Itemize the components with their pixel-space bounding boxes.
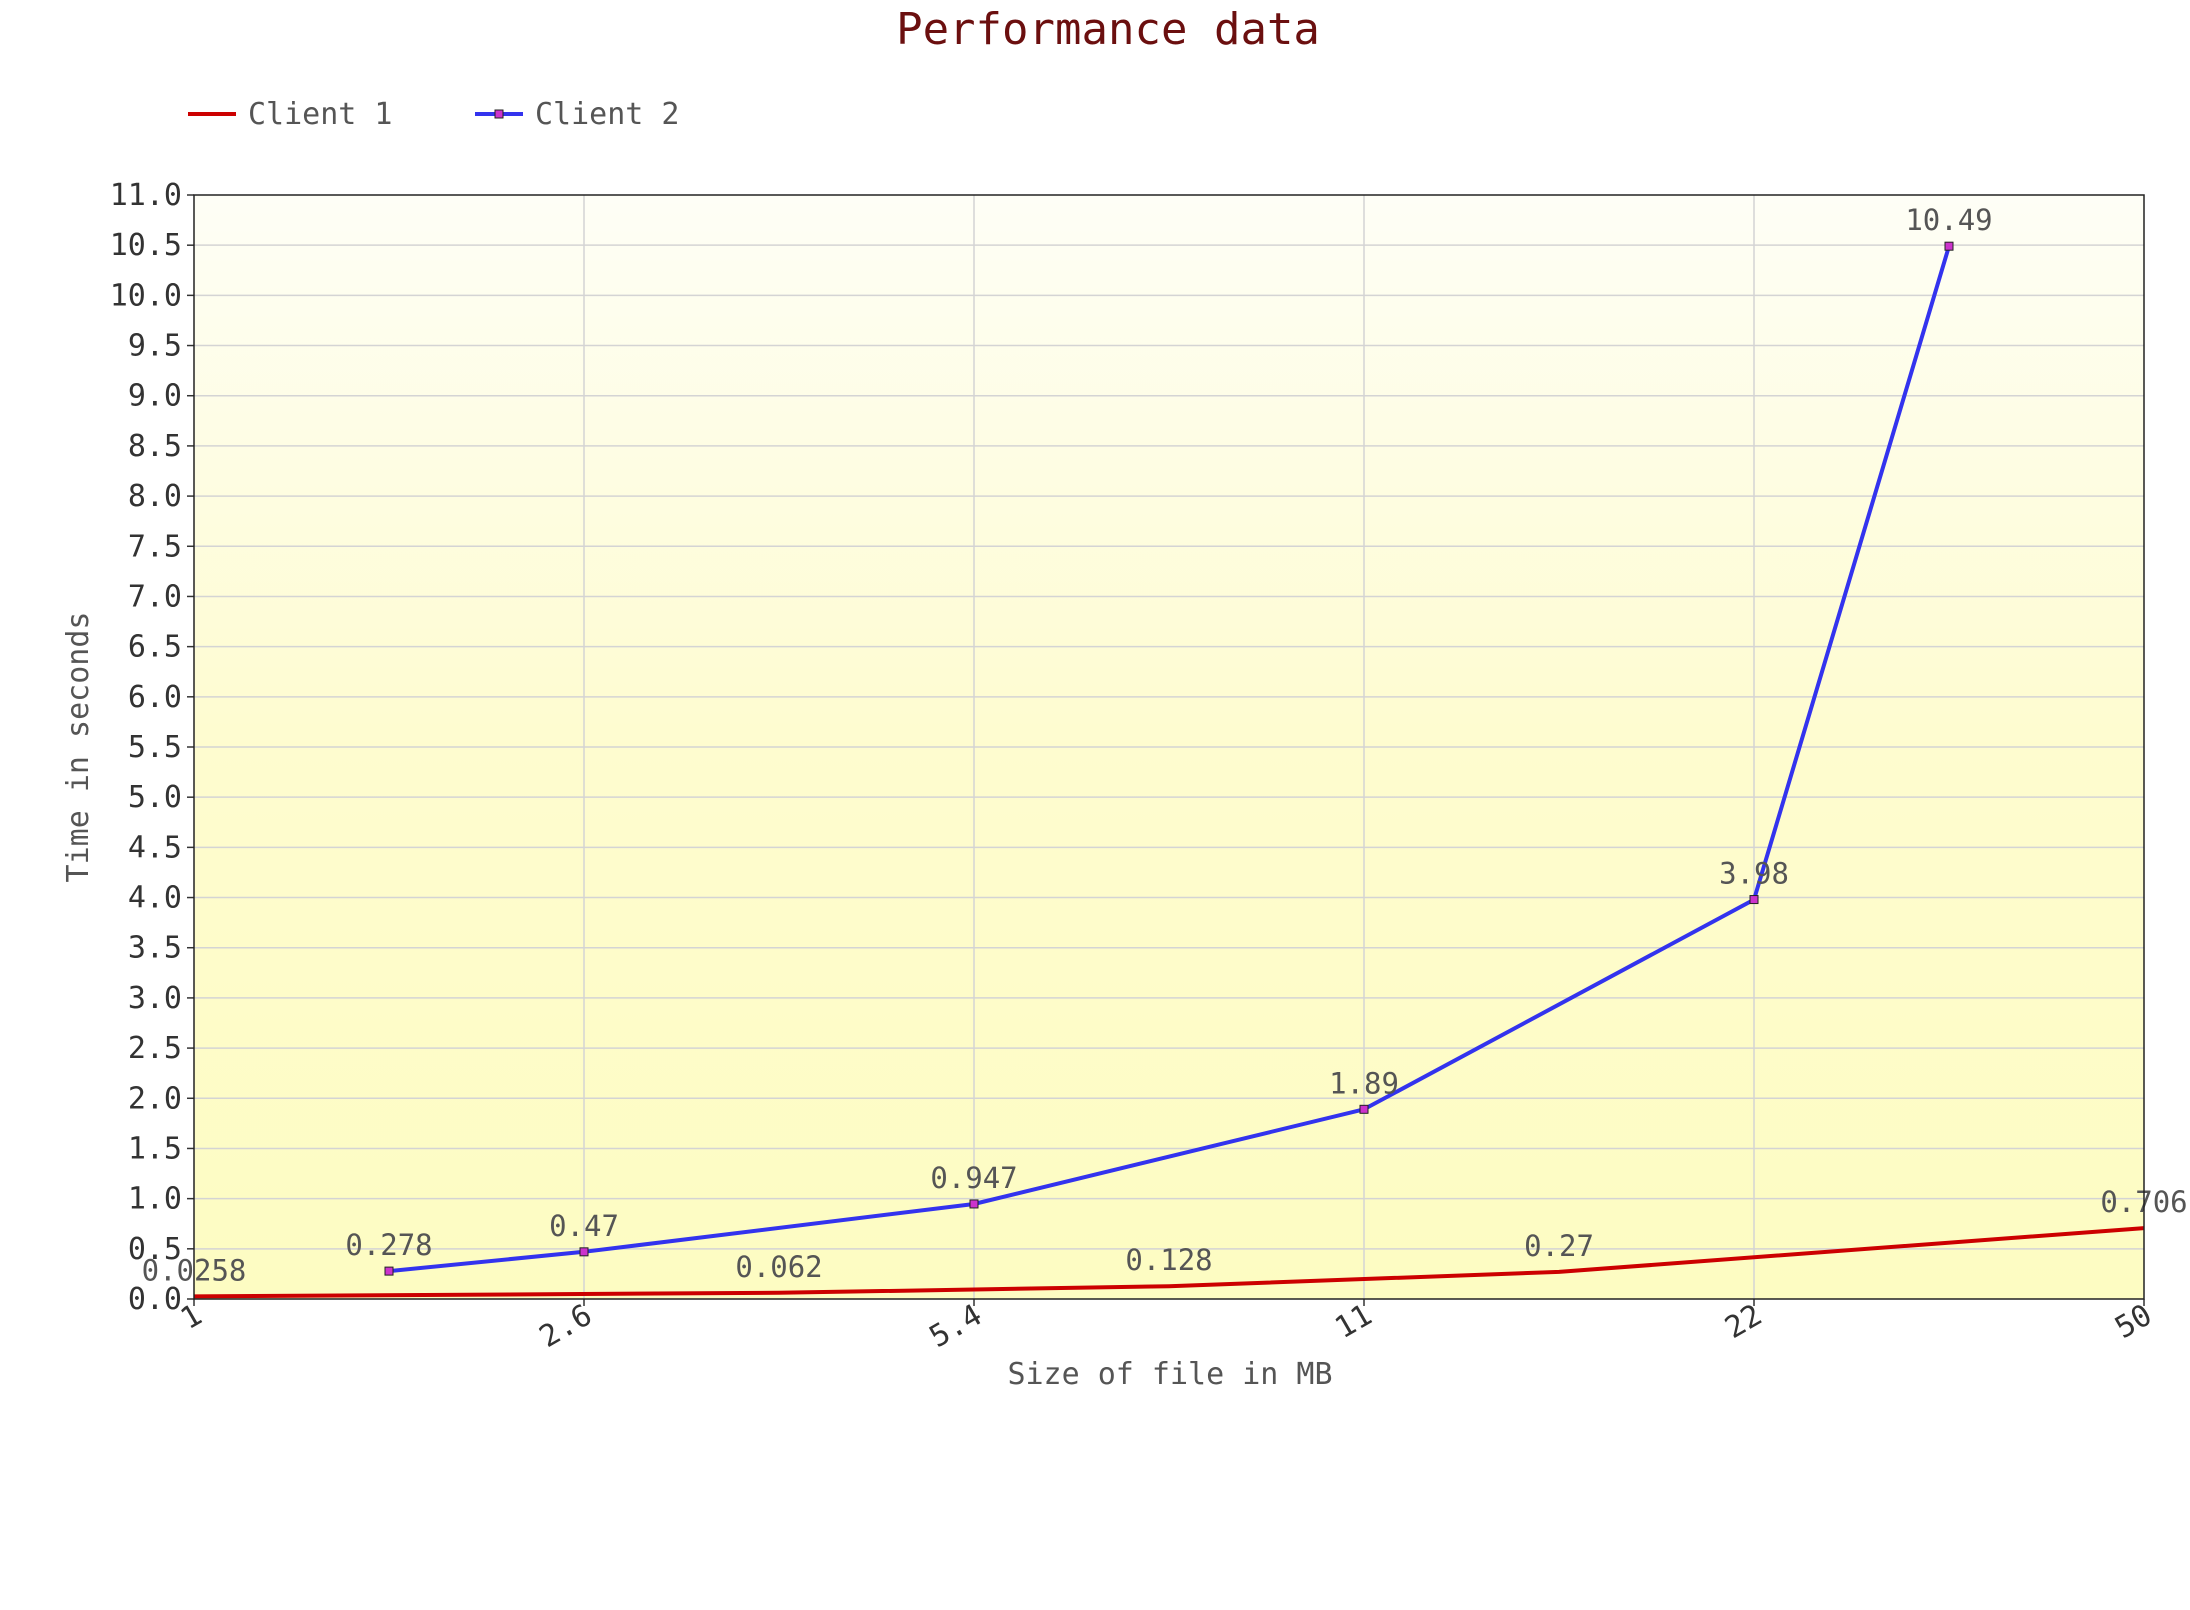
y-tick-label: 9.5 — [128, 329, 182, 364]
y-tick-label: 0.5 — [128, 1232, 182, 1267]
performance-line-chart: Performance data Client 1 Client 2 0.0258… — [61, 4, 2188, 1392]
data-label: 0.128 — [1125, 1243, 1212, 1277]
data-label: 1.89 — [1329, 1066, 1399, 1100]
y-tick-label: 3.5 — [128, 931, 182, 966]
y-tick-label: 2.0 — [128, 1081, 182, 1116]
data-point — [384, 1266, 394, 1276]
x-tick-label: 2.6 — [534, 1298, 598, 1355]
x-tick-label: 5.4 — [924, 1298, 988, 1355]
y-tick-label: 6.5 — [128, 630, 182, 665]
legend: Client 1 Client 2 — [188, 97, 680, 132]
x-tick-label: 1 — [175, 1298, 208, 1337]
x-axis-title: Size of file in MB — [1007, 1357, 1332, 1392]
data-label: 10.49 — [1905, 203, 1992, 237]
y-tick-label: 3.0 — [128, 981, 182, 1016]
y-tick-label: 5.0 — [128, 780, 182, 815]
y-tick-label: 2.5 — [128, 1031, 182, 1066]
y-tick-label: 1.0 — [128, 1182, 182, 1217]
y-tick-label: 4.0 — [128, 881, 182, 916]
legend-label: Client 2 — [535, 97, 680, 132]
y-tick-label: 9.0 — [128, 379, 182, 414]
data-point — [969, 1199, 979, 1209]
y-tick-label: 11.0 — [110, 178, 182, 213]
data-point — [579, 1247, 589, 1257]
y-tick-label: 8.0 — [128, 479, 182, 514]
y-tick-label: 4.5 — [128, 830, 182, 865]
x-tick-label: 11 — [1329, 1298, 1378, 1346]
x-tick-label: 22 — [1719, 1298, 1768, 1346]
data-point — [1944, 241, 1954, 251]
data-label: 0.278 — [345, 1228, 432, 1262]
data-point — [1749, 895, 1759, 905]
y-tick-label: 5.5 — [128, 730, 182, 765]
data-label: 3.98 — [1719, 857, 1789, 891]
legend-item-1: Client 1 — [188, 97, 393, 132]
y-tick-label: 0.0 — [128, 1282, 182, 1317]
y-axis-title: Time in seconds — [61, 612, 96, 883]
data-label: 0.062 — [735, 1250, 822, 1284]
x-tick-label: 50 — [2109, 1298, 2158, 1346]
legend-label: Client 1 — [248, 97, 393, 132]
y-tick-label: 8.5 — [128, 429, 182, 464]
y-tick-label: 7.5 — [128, 529, 182, 564]
data-label: 0.947 — [930, 1161, 1017, 1195]
chart-title: Performance data — [896, 4, 1320, 55]
y-tick-label: 10.5 — [110, 228, 182, 263]
y-tick-label: 6.0 — [128, 680, 182, 715]
y-tick-label: 7.0 — [128, 579, 182, 614]
y-tick-label: 10.0 — [110, 278, 182, 313]
data-label: 0.27 — [1524, 1229, 1594, 1263]
legend-item-2: Client 2 — [475, 97, 680, 132]
data-label: 0.47 — [549, 1209, 619, 1243]
data-point — [1359, 1104, 1369, 1114]
y-tick-label: 1.5 — [128, 1131, 182, 1166]
legend-marker — [494, 109, 504, 119]
